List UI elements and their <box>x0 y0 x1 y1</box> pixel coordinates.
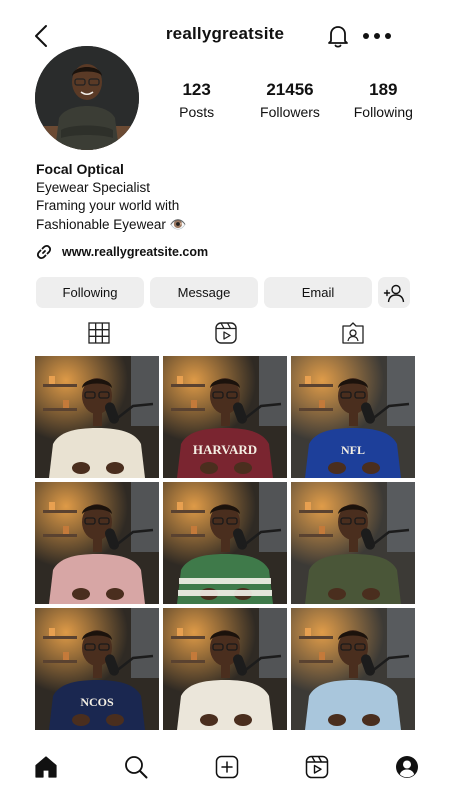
website-link[interactable]: www.reallygreatsite.com <box>36 242 208 262</box>
posts-count: 123 <box>182 80 211 99</box>
bio-line-2: Fashionable Eyewear <box>36 216 166 232</box>
profile-name: Focal Optical <box>36 161 124 177</box>
nav-home[interactable] <box>33 754 59 780</box>
svg-text:HARVARD: HARVARD <box>193 442 257 457</box>
post-thumbnail[interactable] <box>163 482 287 604</box>
create-icon <box>215 755 238 779</box>
profile-username: reallygreatsite <box>165 24 285 43</box>
bell-icon <box>328 26 348 48</box>
more-icon <box>363 33 391 39</box>
followers-count: 21456 <box>266 80 314 99</box>
post-thumbnail[interactable] <box>35 482 159 604</box>
website-link-text: www.reallygreatsite.com <box>62 245 209 259</box>
more-options-button[interactable] <box>362 26 392 46</box>
profile-stats: 123 Posts 21456 Followers 189 Following <box>150 80 430 120</box>
grid-icon <box>88 322 110 344</box>
add-user-button[interactable] <box>378 277 410 308</box>
post-thumbnail[interactable]: NCOS <box>35 608 159 730</box>
profile-category: Eyewear Specialist <box>36 179 151 195</box>
profile-tabs <box>36 318 416 348</box>
notifications-button[interactable] <box>324 22 352 50</box>
profile-icon <box>396 756 418 778</box>
posts-label: Posts <box>179 104 215 120</box>
nav-search[interactable] <box>123 754 149 780</box>
search-icon <box>125 756 148 779</box>
profile-bio: Focal Optical Eyewear Specialist Framing… <box>36 160 416 234</box>
back-button[interactable] <box>28 22 56 50</box>
home-icon <box>35 756 57 778</box>
post-thumbnail[interactable]: NFL <box>291 356 415 478</box>
reels-icon <box>215 322 237 344</box>
following-stat[interactable]: 189 Following <box>337 80 430 120</box>
bio-line-2-wrap: Fashionable Eyewear 👁️ <box>36 216 416 235</box>
eye-emoji: 👁️ <box>169 216 187 232</box>
followers-stat[interactable]: 21456 Followers <box>243 80 336 120</box>
profile-avatar[interactable] <box>35 46 139 150</box>
following-count: 189 <box>369 80 398 99</box>
link-icon <box>36 244 52 260</box>
posts-stat[interactable]: 123 Posts <box>150 80 243 120</box>
post-thumbnail[interactable]: HARVARD <box>163 356 287 478</box>
bottom-nav <box>0 740 450 800</box>
tab-tagged[interactable] <box>289 318 416 348</box>
svg-text:NCOS: NCOS <box>80 695 114 709</box>
chevron-left-icon <box>35 25 47 47</box>
post-thumbnail[interactable] <box>163 608 287 730</box>
post-thumbnail[interactable] <box>291 482 415 604</box>
tagged-icon <box>342 322 364 344</box>
svg-text:NFL: NFL <box>341 443 365 457</box>
post-thumbnail[interactable] <box>291 608 415 730</box>
followers-label: Followers <box>260 104 320 120</box>
following-button[interactable]: Following <box>36 277 144 308</box>
profile-actions: Following Message Email <box>36 277 416 308</box>
bio-line-1: Framing your world with <box>36 198 180 213</box>
tab-reels[interactable] <box>163 318 290 348</box>
email-button[interactable]: Email <box>264 277 372 308</box>
nav-create[interactable] <box>214 754 240 780</box>
tab-posts[interactable] <box>36 318 163 348</box>
post-grid: HARVARD NFL NCOS <box>35 356 415 730</box>
add-user-icon <box>383 284 405 302</box>
message-button[interactable]: Message <box>150 277 258 308</box>
following-label: Following <box>353 104 413 120</box>
nav-profile[interactable] <box>394 754 420 780</box>
post-thumbnail[interactable] <box>35 356 159 478</box>
nav-reels[interactable] <box>304 754 330 780</box>
reels-icon <box>305 755 328 779</box>
